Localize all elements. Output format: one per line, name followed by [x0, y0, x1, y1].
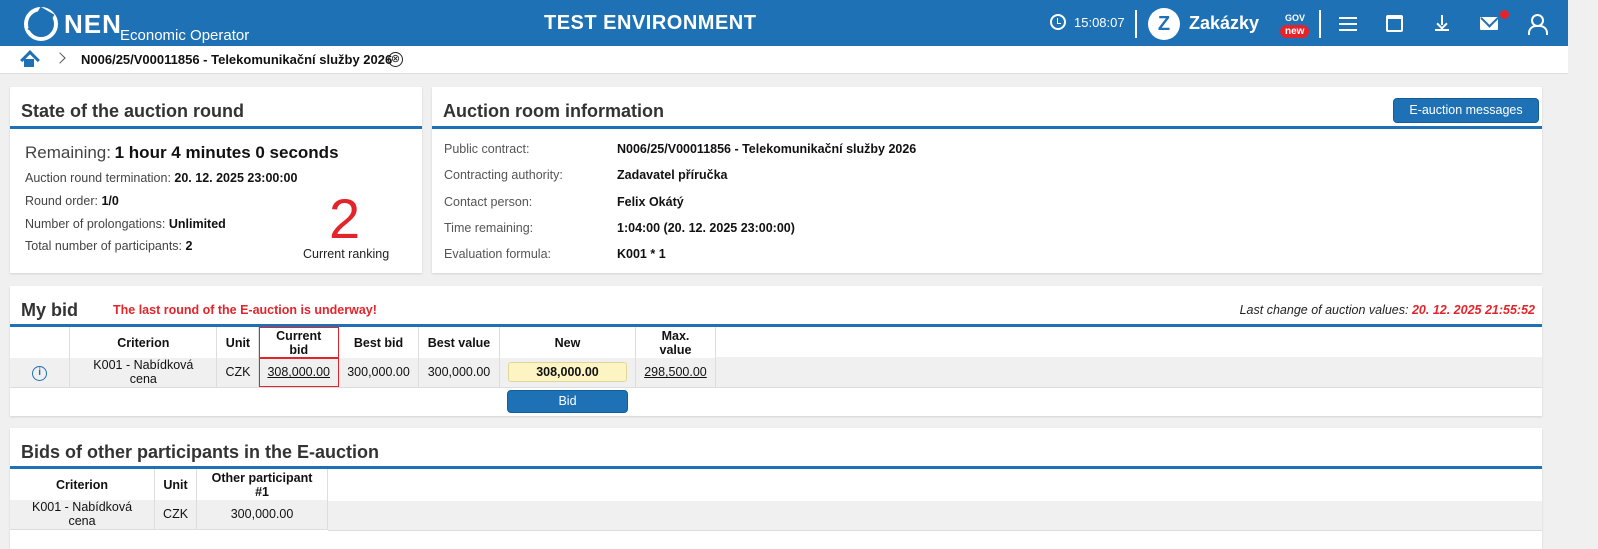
current-bid-link[interactable]: 308,000.00: [267, 365, 330, 379]
bid-button[interactable]: Bid: [507, 390, 628, 413]
chevron-right-icon: [54, 52, 66, 64]
user-icon[interactable]: [1527, 14, 1548, 35]
info-value: Zadavatel příručka: [617, 168, 728, 182]
remaining-value: 1 hour 4 minutes 0 seconds: [114, 143, 339, 162]
notification-dot: [1500, 10, 1509, 19]
last-round-warning: The last round of the E-auction is under…: [113, 303, 377, 317]
max-value-link[interactable]: 298,500.00: [644, 365, 707, 379]
new-badge: new: [1280, 25, 1310, 38]
table-row: i K001 - Nabídková cena CZK 308,000.00 3…: [10, 358, 717, 388]
info-value: N006/25/V00011856 - Telekomunikační služ…: [617, 142, 917, 156]
unit-cell: CZK: [154, 500, 198, 530]
panel-rule: [10, 126, 422, 129]
remaining-label: Remaining:: [25, 143, 111, 162]
col-criterion: Criterion: [10, 469, 156, 500]
col-best-bid: Best bid: [338, 327, 419, 358]
others-table: Criterion Unit Other participant #1 K001…: [10, 469, 328, 530]
info-label: Evaluation formula:: [444, 247, 552, 261]
info-label: Public contract:: [444, 142, 530, 156]
info-label: Contact person:: [444, 195, 533, 209]
close-tab-icon[interactable]: ⊗: [388, 52, 403, 67]
home-icon[interactable]: [21, 52, 37, 67]
logo-subtext: Economic Operator: [120, 27, 250, 44]
panel-title: Auction room information: [443, 101, 664, 121]
breadcrumb: N006/25/V00011856 - Telekomunikační služ…: [0, 46, 1568, 74]
logo-text[interactable]: NEN: [64, 9, 122, 40]
panel-title: State of the auction round: [21, 101, 244, 121]
unit-cell: CZK: [216, 358, 260, 388]
value-cell: 300,000.00: [196, 500, 328, 530]
col-other-participant: Other participant #1: [196, 469, 328, 500]
info-label: Time remaining:: [444, 221, 534, 235]
last-change: Last change of auction values: 20. 12. 2…: [1240, 303, 1535, 317]
divider: [1319, 10, 1321, 38]
ranking-number: 2: [329, 187, 361, 250]
clock-icon: [1050, 14, 1066, 30]
col-current-bid: Current bid: [258, 327, 340, 358]
criterion-cell: K001 - Nabídková cena: [10, 500, 156, 530]
col-new: New: [499, 327, 636, 358]
remaining: Remaining: 1 hour 4 minutes 0 seconds: [25, 143, 339, 163]
info-value: K001 * 1: [617, 247, 666, 261]
col-best-value: Best value: [418, 327, 500, 358]
info-cell: i: [10, 358, 71, 388]
criterion-cell: K001 - Nabídková cena: [69, 358, 218, 388]
col-info: [10, 327, 71, 358]
clock: 15:08:07: [1050, 14, 1125, 30]
panel-rule: [432, 126, 1542, 129]
new-cell: 308,000.00: [499, 358, 636, 388]
col-max-value: Max. value: [635, 327, 717, 358]
environment-title: TEST ENVIRONMENT: [544, 12, 757, 34]
divider: [1135, 10, 1137, 38]
col-unit: Unit: [216, 327, 260, 358]
info-value: 1:04:00 (20. 12. 2025 23:00:00): [617, 221, 795, 235]
zakazky-link[interactable]: Zakázky: [1189, 13, 1259, 34]
mail-icon[interactable]: [1480, 17, 1498, 30]
last-change-value: 20. 12. 2025 21:55:52: [1411, 303, 1535, 317]
info-value: Felix Okátý: [617, 195, 684, 209]
zakazky-logo-icon[interactable]: Z: [1148, 8, 1180, 40]
top-bar: NEN Economic Operator TEST ENVIRONMENT 1…: [0, 0, 1568, 46]
calendar-icon[interactable]: [1386, 15, 1403, 32]
max-value-cell: 298,500.00: [635, 358, 717, 388]
menu-icon[interactable]: [1338, 13, 1358, 33]
e-auction-messages-button[interactable]: E-auction messages: [1393, 98, 1539, 123]
termination: Auction round termination: 20. 12. 2025 …: [25, 171, 298, 185]
best-value-cell: 300,000.00: [418, 358, 500, 388]
col-criterion: Criterion: [69, 327, 218, 358]
zakazky-gov: GOV: [1285, 13, 1306, 23]
panel-title: My bid: [21, 300, 78, 320]
last-change-label: Last change of auction values:: [1239, 303, 1409, 317]
room-info-panel: Auction room information: [432, 87, 1542, 273]
my-bid-table: Criterion Unit Current bid Best bid Best…: [10, 327, 717, 388]
download-icon[interactable]: [1435, 15, 1449, 31]
row-filler: [328, 501, 1542, 531]
current-bid-cell: 308,000.00: [258, 358, 340, 388]
table-row: K001 - Nabídková cena CZK 300,000.00: [10, 500, 328, 530]
row-filler: [716, 357, 1542, 388]
breadcrumb-current[interactable]: N006/25/V00011856 - Telekomunikační služ…: [81, 52, 392, 67]
prolongations: Number of prolongations: Unlimited: [25, 217, 226, 231]
round-order: Round order: 1/0: [25, 194, 119, 208]
info-label: Contracting authority:: [444, 168, 563, 182]
new-bid-input[interactable]: 308,000.00: [507, 362, 627, 383]
nen-logo-icon[interactable]: [24, 7, 58, 41]
info-icon[interactable]: i: [32, 365, 48, 381]
best-bid-cell: 300,000.00: [338, 358, 419, 388]
panel-title: Bids of other participants in the E-auct…: [21, 442, 380, 462]
clock-time: 15:08:07: [1074, 14, 1125, 30]
col-unit: Unit: [154, 469, 198, 500]
ranking-label: Current ranking: [303, 247, 390, 261]
participants: Total number of participants: 2: [25, 239, 193, 253]
